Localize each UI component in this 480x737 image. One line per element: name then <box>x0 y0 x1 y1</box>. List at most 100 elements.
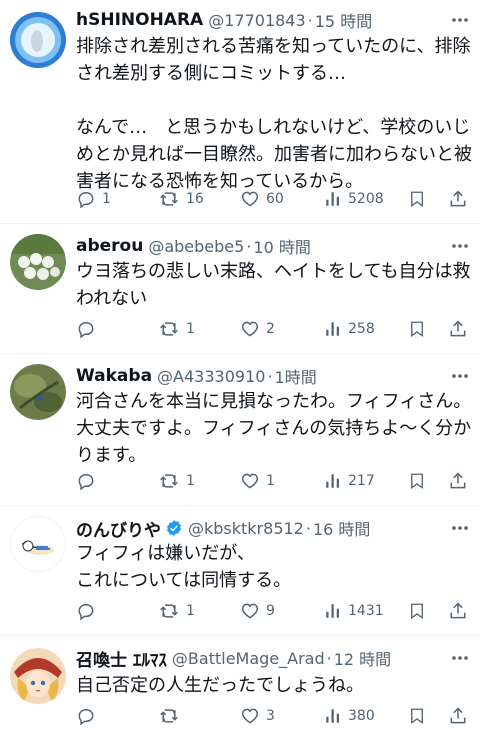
bookmark-button[interactable] <box>408 315 426 343</box>
retweet-count: 1 <box>186 603 195 619</box>
more-icon[interactable] <box>448 6 472 34</box>
bookmark-icon <box>411 191 423 208</box>
views-button[interactable]: 217 <box>324 467 375 495</box>
views-count: 5208 <box>348 191 384 207</box>
like-icon <box>241 473 259 489</box>
tweet-line: 河合さんを本当に見損なったわ。フィフィさん。 <box>76 391 472 412</box>
separator-dot: · <box>305 518 311 538</box>
like-icon <box>241 321 259 337</box>
like-button[interactable]: 1 <box>240 467 275 495</box>
tweet-line: ウヨ落ちの悲しい末路、ヘイトをしても自分は救 <box>76 261 471 282</box>
share-icon <box>450 707 466 724</box>
retweet-button[interactable]: 1 <box>158 467 195 495</box>
separator-dot: · <box>307 10 313 30</box>
separator-dot: · <box>267 366 273 386</box>
display-name[interactable]: のんびりや <box>76 516 161 541</box>
avatar[interactable] <box>10 12 66 68</box>
display-name[interactable]: 召喚士 ｴﾙﾏｽ <box>76 646 167 671</box>
tweet-line: 自己否定の人生だったでしょうね。 <box>76 675 364 696</box>
reply-button[interactable] <box>76 702 102 730</box>
tweet[interactable]: Wakaba @A43330910 · 1時間 河合さんを本当に見損なったわ。フ… <box>0 354 480 506</box>
user-handle[interactable]: @kbsktkr8512 <box>188 519 304 538</box>
reply-button[interactable] <box>76 597 102 625</box>
reply-button[interactable] <box>76 467 102 495</box>
reply-count: 1 <box>102 191 111 207</box>
like-count: 9 <box>266 603 275 619</box>
action-bar: 1 16 60 5208 <box>74 185 468 213</box>
like-button[interactable]: 3 <box>240 702 275 730</box>
bookmark-button[interactable] <box>408 467 426 495</box>
tweet[interactable]: のんびりや @kbsktkr8512 · 16 時間 フィフィは嫌いだが、 これ… <box>0 506 480 636</box>
more-icon[interactable] <box>448 514 472 542</box>
tweet[interactable]: 召喚士 ｴﾙﾏｽ @BattleMage_Arad · 12 時間 自己否定の人… <box>0 636 480 737</box>
user-handle[interactable]: @A43330910 <box>157 367 265 386</box>
avatar-image <box>10 234 66 290</box>
tweet-line <box>76 87 466 114</box>
bookmark-button[interactable] <box>408 185 426 213</box>
timestamp[interactable]: 12 時間 <box>334 646 391 670</box>
reply-feed: hSHINOHARA @17701843 · 15 時間 排除され差別される苦痛… <box>0 0 480 737</box>
tweet-text: ウヨ落ちの悲しい末路、ヘイトをしても自分は救 われない <box>76 258 471 312</box>
timestamp[interactable]: 10 時間 <box>253 234 310 258</box>
tweet-line: 排除され差別される苦痛を知っていたのに、排除 <box>76 36 471 57</box>
reply-button[interactable]: 1 <box>76 185 111 213</box>
share-button[interactable] <box>448 467 468 495</box>
bookmark-icon <box>411 473 423 490</box>
views-button[interactable]: 258 <box>324 315 375 343</box>
retweet-icon <box>160 709 178 723</box>
reply-button[interactable] <box>76 315 102 343</box>
like-icon <box>241 603 259 619</box>
views-icon <box>326 474 339 488</box>
bookmark-button[interactable] <box>408 597 426 625</box>
retweet-button[interactable]: 1 <box>158 315 195 343</box>
timestamp[interactable]: 15 時間 <box>315 8 372 32</box>
views-button[interactable]: 5208 <box>324 185 384 213</box>
views-button[interactable]: 1431 <box>324 597 384 625</box>
timestamp[interactable]: 16 時間 <box>313 516 370 540</box>
retweet-button[interactable] <box>158 702 186 730</box>
tweet[interactable]: aberou @abebebe5 · 10 時間 ウヨ落ちの悲しい末路、ヘイトを… <box>0 224 480 354</box>
tweet-header: Wakaba @A43330910 · 1時間 <box>76 362 472 390</box>
avatar[interactable] <box>10 516 66 572</box>
share-button[interactable] <box>448 597 468 625</box>
timestamp[interactable]: 1時間 <box>275 364 317 388</box>
retweet-icon <box>160 322 178 336</box>
tweet-text: 河合さんを本当に見損なったわ。フィフィさん。 大丈夫ですよ。フィフィさんの気持ち… <box>76 388 472 469</box>
like-button[interactable]: 2 <box>240 315 275 343</box>
tweet-text: フィフィは嫌いだが、 これについては同情する。 <box>76 540 466 594</box>
views-button[interactable]: 380 <box>324 702 375 730</box>
like-count: 3 <box>266 708 275 724</box>
more-icon[interactable] <box>448 644 472 672</box>
display-name[interactable]: Wakaba <box>76 366 152 386</box>
avatar[interactable] <box>10 234 66 290</box>
share-button[interactable] <box>448 185 468 213</box>
like-button[interactable]: 9 <box>240 597 275 625</box>
tweet-header: のんびりや @kbsktkr8512 · 16 時間 <box>76 514 472 542</box>
views-count: 217 <box>348 473 375 489</box>
avatar[interactable] <box>10 364 66 420</box>
bookmark-icon <box>411 708 423 725</box>
tweet[interactable]: hSHINOHARA @17701843 · 15 時間 排除され差別される苦痛… <box>0 0 480 224</box>
retweet-button[interactable]: 1 <box>158 597 195 625</box>
display-name[interactable]: hSHINOHARA <box>76 10 203 30</box>
tweet-line: フィフィは嫌いだが、 <box>76 543 255 564</box>
user-handle[interactable]: @17701843 <box>208 11 305 30</box>
tweet-header: aberou @abebebe5 · 10 時間 <box>76 232 472 260</box>
like-button[interactable]: 60 <box>240 185 284 213</box>
views-icon <box>326 322 339 336</box>
avatar[interactable] <box>10 648 66 704</box>
display-name[interactable]: aberou <box>76 236 143 256</box>
user-handle[interactable]: @BattleMage_Arad <box>172 649 325 668</box>
bookmark-button[interactable] <box>408 702 426 730</box>
share-button[interactable] <box>448 315 468 343</box>
user-handle[interactable]: @abebebe5 <box>148 237 244 256</box>
reply-icon <box>78 321 94 339</box>
retweet-button[interactable]: 16 <box>158 185 204 213</box>
more-icon[interactable] <box>448 362 472 390</box>
separator-dot: · <box>246 236 252 256</box>
action-bar: 1 1 217 <box>74 467 468 495</box>
action-bar: 3 380 <box>74 702 468 730</box>
share-button[interactable] <box>448 702 468 730</box>
like-count: 60 <box>266 191 284 207</box>
more-icon[interactable] <box>448 232 472 260</box>
